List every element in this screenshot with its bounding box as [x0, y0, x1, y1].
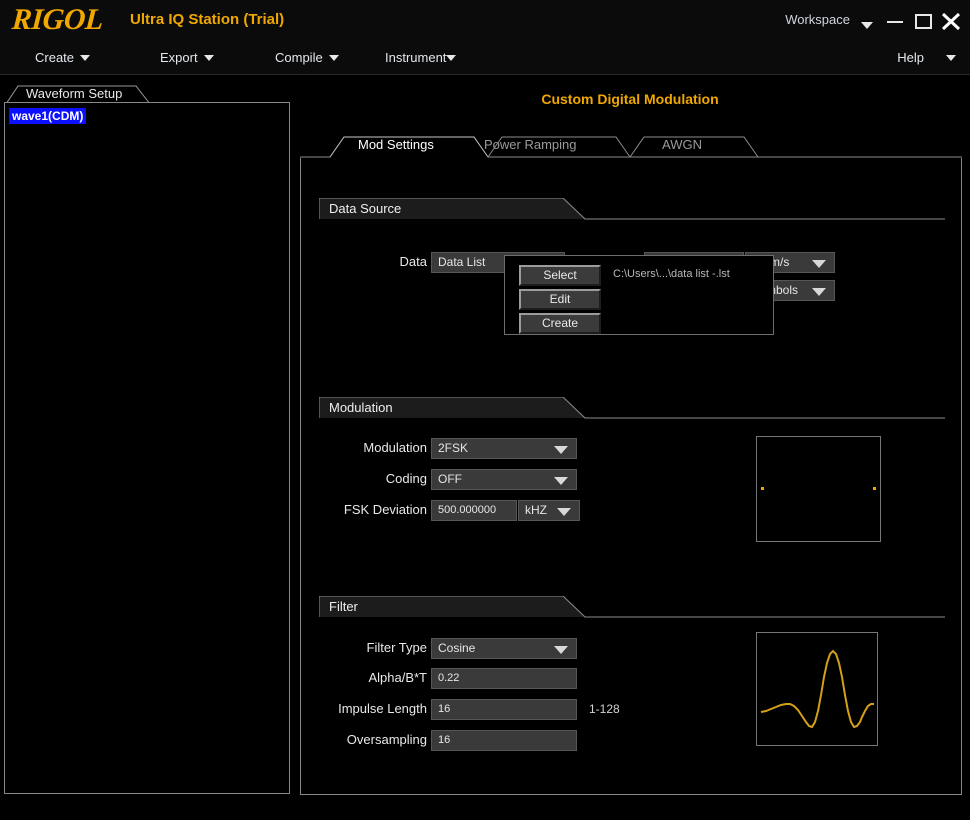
chevron-down-icon — [554, 446, 568, 454]
menu-item-help-label: Help — [897, 50, 924, 65]
waveform-setup-tab[interactable]: Waveform Setup — [4, 84, 156, 104]
chevron-down-icon — [946, 55, 956, 61]
filter-type-dropdown-value: Cosine — [438, 641, 475, 655]
workspace-chevron-down-icon[interactable] — [861, 18, 873, 36]
data-list-file-group: Select Edit Create C:\Users\...\data lis… — [504, 255, 774, 335]
impulse-length-label: Impulse Length — [309, 701, 427, 716]
menu-item-instrument[interactable]: Instrument — [385, 50, 456, 65]
create-button[interactable]: Create — [519, 313, 601, 334]
coding-dropdown[interactable]: OFF — [431, 469, 577, 490]
modulation-label: Modulation — [331, 440, 427, 455]
menu-item-compile-label: Compile — [275, 50, 323, 65]
constellation-preview — [756, 436, 881, 542]
impulse-response-preview — [756, 632, 878, 746]
impulse-length-range-hint: 1-128 — [589, 702, 620, 716]
menu-item-instrument-label: Instrument — [385, 50, 446, 65]
chevron-down-icon — [812, 288, 826, 296]
data-source-dropdown-value: Data List — [438, 255, 485, 269]
edit-button[interactable]: Edit — [519, 289, 601, 310]
chevron-down-icon — [554, 477, 568, 485]
impulse-response-curve — [757, 633, 877, 745]
fsk-deviation-unit-dropdown[interactable]: kHZ — [518, 500, 580, 521]
constellation-point — [873, 487, 876, 490]
section-data-source-title: Data Source — [329, 201, 401, 216]
alpha-bt-label: Alpha/B*T — [327, 670, 427, 685]
minimize-icon[interactable] — [882, 8, 908, 34]
maximize-icon[interactable] — [910, 8, 936, 34]
fsk-deviation-input[interactable]: 500.000000 — [431, 500, 517, 521]
fsk-deviation-unit-value: kHZ — [525, 503, 547, 517]
data-label: Data — [379, 254, 427, 269]
workspace-menu-label[interactable]: Workspace — [785, 12, 850, 27]
chevron-down-icon — [812, 260, 826, 268]
constellation-point — [761, 487, 764, 490]
rigol-logo: RIGOL — [11, 3, 104, 37]
chevron-down-icon — [446, 55, 456, 61]
waveform-list-panel — [4, 102, 290, 794]
menu-item-compile[interactable]: Compile — [275, 50, 339, 65]
title-bar: RIGOL Ultra IQ Station (Trial) Workspace — [0, 0, 970, 43]
section-modulation: Modulation — [319, 397, 945, 419]
oversampling-label: Oversampling — [317, 732, 427, 747]
coding-dropdown-value: OFF — [438, 472, 462, 486]
tab-awgn[interactable]: AWGN — [662, 137, 702, 152]
chevron-down-icon — [557, 508, 571, 516]
close-icon[interactable] — [938, 8, 964, 34]
mod-tabstrip: Mod Settings Power Ramping AWGN — [300, 133, 962, 159]
tab-power-ramping[interactable]: Power Ramping — [484, 137, 577, 152]
data-list-file-path: C:\Users\...\data list -.lst — [613, 268, 730, 280]
menu-item-export-label: Export — [160, 50, 198, 65]
impulse-length-input[interactable]: 16 — [431, 699, 577, 720]
mod-settings-panel: Data Source Data Data List Symbol Rate 4… — [300, 158, 962, 795]
menu-item-create-label: Create — [35, 50, 74, 65]
select-button[interactable]: Select — [519, 265, 601, 286]
waveform-setup-tab-label: Waveform Setup — [26, 86, 122, 101]
oversampling-input[interactable]: 16 — [431, 730, 577, 751]
alpha-bt-input[interactable]: 0.22 — [431, 668, 577, 689]
fsk-deviation-label: FSK Deviation — [307, 502, 427, 517]
ultra-iq-station-window: RIGOL Ultra IQ Station (Trial) Workspace… — [0, 0, 970, 820]
app-title: Ultra IQ Station (Trial) — [130, 11, 284, 28]
tab-mod-settings[interactable]: Mod Settings — [358, 137, 434, 152]
chevron-down-icon — [554, 646, 568, 654]
section-data-source: Data Source — [319, 198, 945, 220]
menu-bar: Create Export Compile Instrument Help — [0, 42, 970, 75]
section-modulation-title: Modulation — [329, 400, 393, 415]
menu-item-help[interactable]: Help — [897, 50, 956, 65]
list-item-wave1[interactable]: wave1(CDM) — [9, 108, 86, 124]
menu-item-create[interactable]: Create — [35, 50, 90, 65]
chevron-down-icon — [329, 55, 339, 61]
chevron-down-icon — [204, 55, 214, 61]
modulation-dropdown-value: 2FSK — [438, 441, 468, 455]
filter-type-label: Filter Type — [327, 640, 427, 655]
coding-label: Coding — [331, 471, 427, 486]
section-filter-title: Filter — [329, 599, 358, 614]
page-title: Custom Digital Modulation — [300, 91, 960, 107]
menu-item-export[interactable]: Export — [160, 50, 214, 65]
chevron-down-icon — [80, 55, 90, 61]
modulation-dropdown[interactable]: 2FSK — [431, 438, 577, 459]
section-filter: Filter — [319, 596, 945, 618]
filter-type-dropdown[interactable]: Cosine — [431, 638, 577, 659]
